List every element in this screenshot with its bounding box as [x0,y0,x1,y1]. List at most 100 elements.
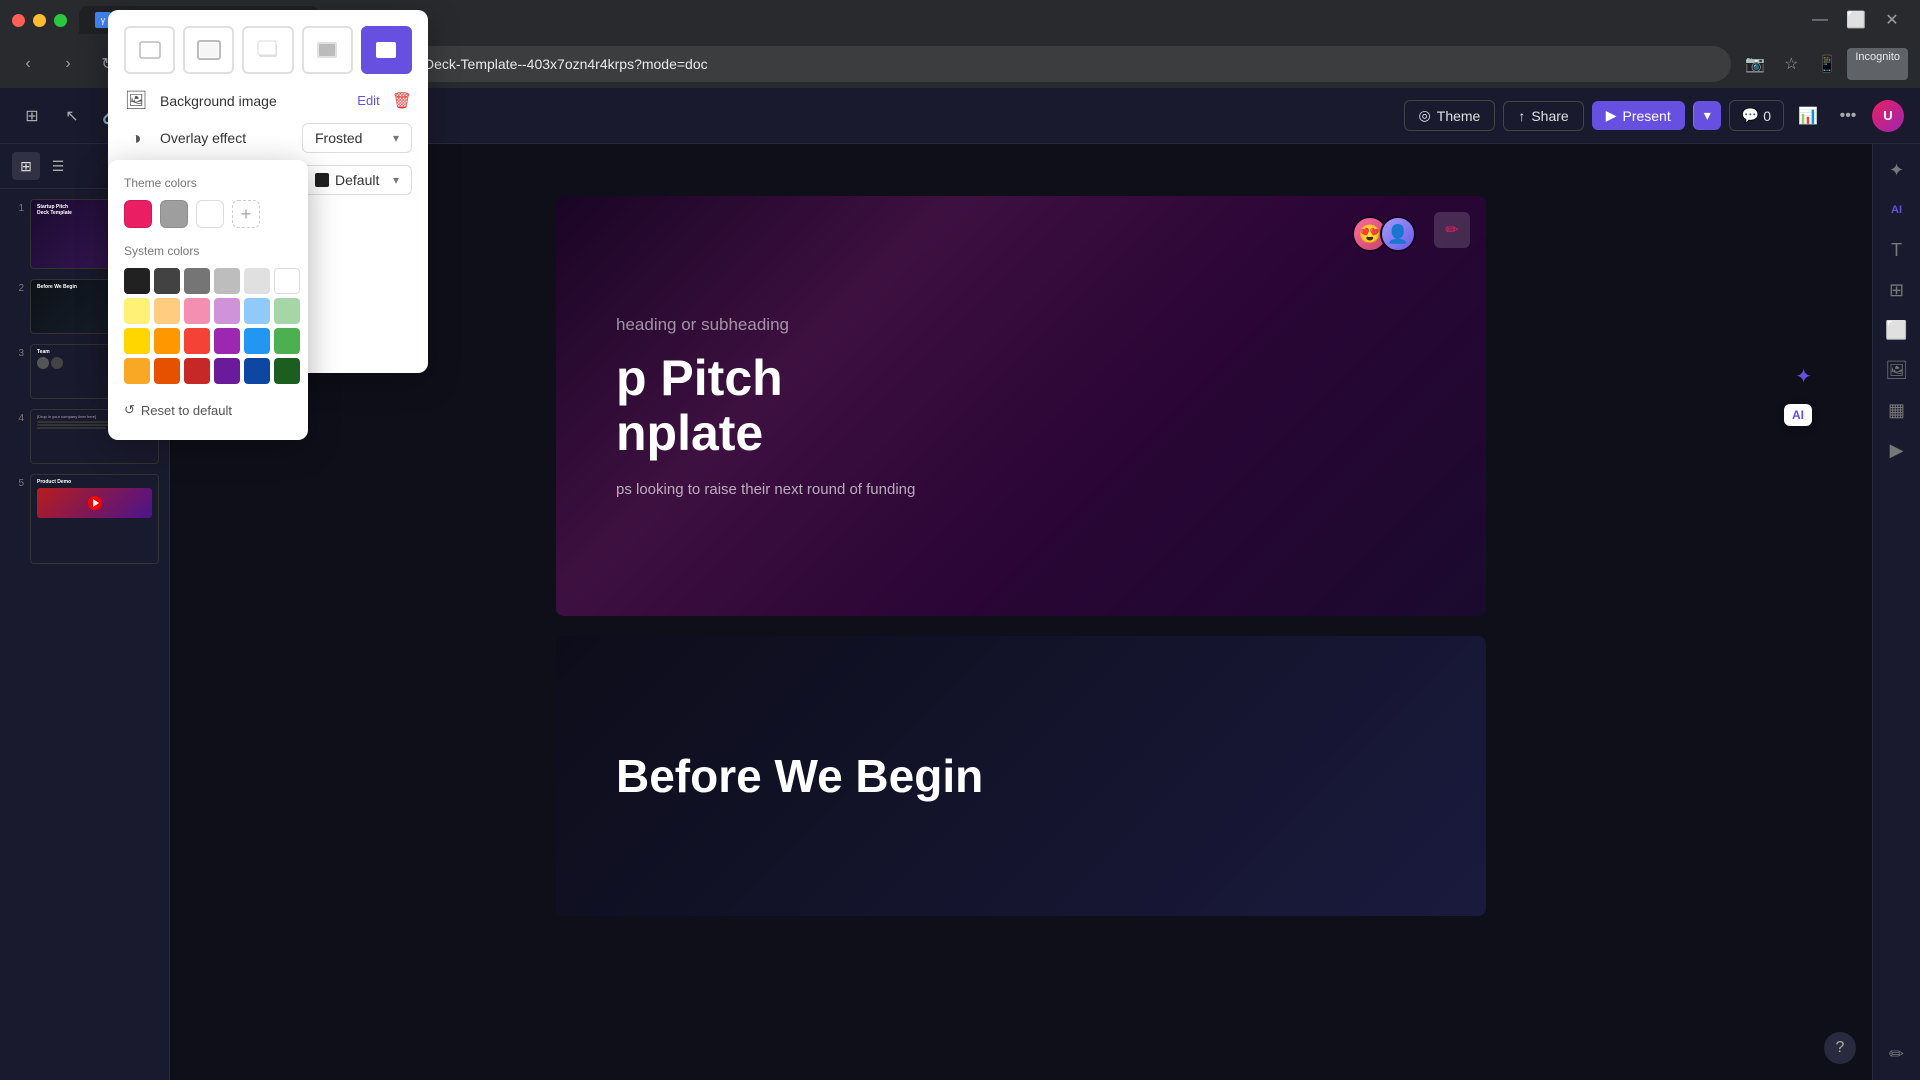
app-container: ⊞ ↖ 🔗 ⬇ ✕ Pitch Deck Template ◎ Theme ↑ … [0,88,1920,1080]
comments-btn[interactable]: 💬 0 [1729,100,1784,131]
color-purple-light[interactable] [214,298,240,324]
sidebar-tool-table[interactable]: ▦ [1879,392,1915,428]
maximize-window-btn[interactable] [54,14,67,27]
color-purple-dark[interactable] [214,358,240,384]
ai-badge[interactable]: AI [1784,404,1812,426]
color-dark-gray[interactable] [154,268,180,294]
color-white[interactable] [274,268,300,294]
color-green[interactable] [274,328,300,354]
slide-thumbnail: Product Demo [30,474,159,564]
sidebar-tool-layout[interactable]: ⊞ [1879,272,1915,308]
sidebar-tool-media[interactable]: ▶ [1879,432,1915,468]
present-dropdown-btn[interactable]: ▾ [1693,101,1721,130]
minimize-browser-btn[interactable]: — [1804,4,1836,36]
user-avatar[interactable]: U [1872,100,1904,132]
theme-color-gray[interactable] [160,200,188,228]
browser-toolbar-icons: 📷 ☆ 📱 Incognito [1739,48,1908,80]
color-pink-light[interactable] [184,298,210,324]
user-avatars: 😍 👤 [1360,216,1416,252]
color-yellow[interactable] [124,328,150,354]
user-avatar-2: 👤 [1380,216,1416,252]
theme-colors-title: Theme colors [124,176,292,190]
incognito-badge[interactable]: Incognito [1847,48,1908,80]
sidebar-tool-edit[interactable]: ✏ [1879,1036,1915,1072]
tablet-icon[interactable]: 📱 [1811,48,1843,80]
color-orange-dark[interactable] [154,358,180,384]
color-gray[interactable] [184,268,210,294]
restore-browser-btn[interactable]: ⬜ [1840,4,1872,36]
slide-item[interactable]: 5 Product Demo [8,472,161,566]
play-icon: ▶ [1606,107,1617,124]
magic-wand-icon[interactable]: ✦ [1795,364,1812,389]
slide-number: 5 [10,474,24,489]
slide1-desc: ps looking to raise their next round of … [616,481,1426,498]
color-orange-light[interactable] [154,298,180,324]
share-btn[interactable]: ↑ Share [1503,101,1583,131]
color-blue-dark[interactable] [244,358,270,384]
bookmark-icon[interactable]: ☆ [1775,48,1807,80]
sidebar-tool-card[interactable]: ⬜ [1879,312,1915,348]
right-sidebar: ✦ AI T ⊞ ⬜ 🖼 ▦ ▶ ✏ [1872,144,1920,1080]
color-purple[interactable] [214,328,240,354]
grid-view-btn[interactable]: ⊞ [16,100,48,132]
overlay-effect-label: Overlay effect [160,144,290,146]
camera-off-icon[interactable]: 📷 [1739,48,1771,80]
overlay-effect-dropdown[interactable]: Frosted ▾ [302,144,412,153]
color-orange[interactable] [154,328,180,354]
slide-number: 4 [10,409,24,424]
theme-btn[interactable]: ◎ Theme [1404,100,1496,131]
sidebar-tool-image[interactable]: 🖼 [1879,352,1915,388]
heading-partial2: nplate [616,405,763,461]
slide-number: 2 [10,279,24,294]
slide2-title: Before We Begin [616,749,1426,803]
contrast-icon: ◑ [124,144,148,149]
color-red-dark[interactable] [184,358,210,384]
minimize-window-btn[interactable] [33,14,46,27]
color-black[interactable] [124,268,150,294]
main-area: ⊞ ☰ ✕ 1 Startup Pitch Deck Template [0,144,1920,1080]
overlay-color-value: Default [335,172,379,188]
slide-thumb-title: Product Demo [37,479,152,485]
overlay-color-dropdown[interactable]: Default ▾ [302,165,412,195]
slide-edit-btn[interactable]: ✏ [1434,212,1470,248]
heading-partial: p Pitch [616,350,783,406]
chevron-down-icon: ▾ [393,173,399,187]
sidebar-tool-text[interactable]: T [1879,232,1915,268]
color-green-light[interactable] [274,298,300,324]
system-colors-grid [124,268,292,384]
close-window-btn[interactable] [12,14,25,27]
color-yellow-dark[interactable] [124,358,150,384]
list-view-btn[interactable]: ☰ [44,152,72,180]
add-color-btn[interactable]: + [232,200,260,228]
arrow-tool-btn[interactable]: ↖ [56,100,88,132]
chevron-down-icon: ▾ [393,144,399,145]
grid-view-btn[interactable]: ⊞ [12,152,40,180]
color-blue-light[interactable] [244,298,270,324]
color-green-dark[interactable] [274,358,300,384]
forward-btn[interactable]: › [52,48,84,80]
close-browser-btn[interactable]: ✕ [1876,4,1908,36]
reset-to-default-btn[interactable]: ↺ Reset to default [124,396,292,424]
color-red[interactable] [184,328,210,354]
color-light-gray[interactable] [214,268,240,294]
color-yellow-light[interactable] [124,298,150,324]
color-picker-dropdown: Theme colors + System colors [108,160,308,440]
present-btn[interactable]: ▶ Present [1592,101,1685,130]
help-btn[interactable]: ? [1824,1032,1856,1064]
theme-color-white[interactable] [196,200,224,228]
theme-icon: ◎ [1419,107,1431,124]
more-options-btn[interactable]: ••• [1832,100,1864,132]
sidebar-tool-ai[interactable]: AI [1879,192,1915,228]
slide-number: 3 [10,344,24,359]
color-blue[interactable] [244,328,270,354]
slide-2-content: Before We Begin [556,636,1486,916]
analytics-btn[interactable]: 📊 [1792,100,1824,132]
view-toggle-buttons: ⊞ ☰ [12,152,72,180]
slide-card-1: heading or subheading p Pitch nplate ps … [556,196,1486,616]
theme-color-pink[interactable] [124,200,152,228]
sidebar-tool-1[interactable]: ✦ [1879,152,1915,188]
back-btn[interactable]: ‹ [12,48,44,80]
reset-icon: ↺ [124,402,135,418]
comment-icon: 💬 [1742,107,1759,124]
color-lighter-gray[interactable] [244,268,270,294]
